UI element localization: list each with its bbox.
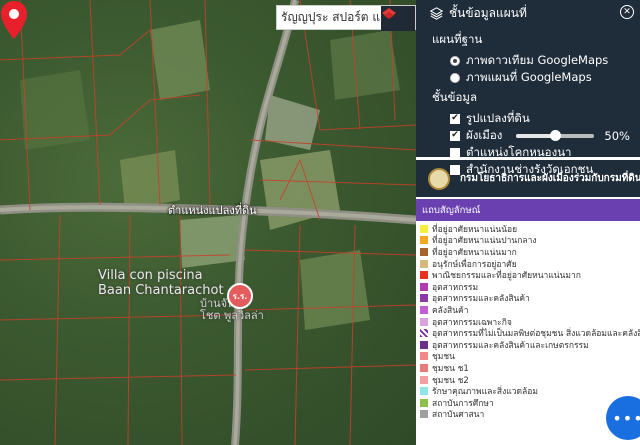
legend-swatch <box>420 282 428 291</box>
checkbox-parcel[interactable]: ✔ <box>450 113 460 124</box>
legend-swatch <box>420 375 428 384</box>
legend-title: แถบสัญลักษณ์ <box>416 199 640 221</box>
legend-swatch <box>420 259 428 268</box>
basemap-option-satellite[interactable]: ภาพดาวเทียม GoogleMaps <box>432 52 640 69</box>
legend-swatch <box>420 224 428 233</box>
layers-icon <box>430 7 443 20</box>
layer-panel: ชั้นข้อมูลแผนที่ ✕ แผนที่ฐาน ภาพดาวเทียม… <box>416 0 640 445</box>
panel-header: ชั้นข้อมูลแผนที่ ✕ <box>416 0 640 27</box>
basemap-option-map[interactable]: ภาพแผนที่ GoogleMaps <box>432 69 640 86</box>
poi-icon[interactable]: ร.ร. <box>227 283 253 309</box>
basemap-title: แผนที่ฐาน <box>432 32 483 46</box>
legend-swatch <box>420 317 428 326</box>
legend-label: สถาบันศาสนา <box>432 410 485 421</box>
legend-swatch <box>420 340 428 349</box>
map-pin-icon[interactable] <box>0 0 28 40</box>
layer-label: รูปแปลงที่ดิน <box>466 110 530 125</box>
basemap-option-label: ภาพดาวเทียม GoogleMaps <box>466 52 609 67</box>
radio-satellite[interactable] <box>450 55 460 66</box>
legend-swatch <box>420 398 428 407</box>
search-value: รัญญปุระ สปอร์ต แ <box>281 10 381 24</box>
legend-label: อุตสาหกรรมและคลังสินค้าและเกษตรกรรม <box>432 340 589 351</box>
checkbox-cityplan[interactable]: ✔ <box>450 130 460 141</box>
layers-icon <box>382 8 396 19</box>
legend-list: ที่อยู่อาศัยหนาแน่นน้อย ที่อยู่อาศัยหนาแน… <box>416 221 640 420</box>
legend-swatch <box>420 294 428 303</box>
layer-cityplan[interactable]: ✔ ผังเมือง 50% <box>432 127 640 144</box>
legend-swatch <box>420 352 428 361</box>
department-name: กรมโยธาธิการและผังเมืองร่วมกับกรมที่ดิน <box>460 173 640 184</box>
map-parcel-overlay <box>0 0 416 445</box>
legend-swatch <box>420 329 428 338</box>
layer-label: ผังเมือง <box>466 127 503 142</box>
opacity-slider[interactable] <box>516 129 595 141</box>
opacity-slider-handle[interactable] <box>550 129 562 141</box>
basemap-option-label: ภาพแผนที่ GoogleMaps <box>466 69 592 84</box>
legend-swatch <box>420 271 428 280</box>
legend-swatch <box>420 305 428 314</box>
layer-label: ตำแหน่งโคกหนองนา <box>466 144 572 159</box>
department-logo <box>428 167 450 190</box>
poi-text: ร.ร. <box>232 291 248 301</box>
place-name-1: Villa con piscina <box>98 268 203 283</box>
search-input[interactable]: รัญญปุระ สปอร์ต แ <box>276 5 416 31</box>
legend-swatch <box>420 236 428 245</box>
layer-options: แผนที่ฐาน ภาพดาวเทียม GoogleMaps ภาพแผนท… <box>416 27 640 176</box>
legend-swatch <box>420 247 428 256</box>
checkbox-khoknongna[interactable] <box>450 147 460 158</box>
marker-label: ตำแหน่งแปลงที่ดิน <box>168 204 257 217</box>
checkbox-surveyor-office[interactable] <box>450 164 460 175</box>
legend-swatch <box>420 410 428 419</box>
panel-title: ชั้นข้อมูลแผนที่ <box>449 6 527 20</box>
legend-swatch <box>420 387 428 396</box>
opacity-value: 50% <box>604 128 630 143</box>
layers-title: ชั้นข้อมูล <box>432 90 478 104</box>
layers-toggle-button[interactable] <box>381 6 415 31</box>
map-canvas[interactable]: ตำแหน่งแปลงที่ดิน Villa con piscina Baan… <box>0 0 416 445</box>
radio-map[interactable] <box>450 72 460 83</box>
place-sub-2: โชต พูลวิลล่า <box>200 309 264 322</box>
close-icon[interactable]: ✕ <box>620 5 634 19</box>
legend-swatch <box>420 363 428 372</box>
layer-parcel[interactable]: ✔ รูปแปลงที่ดิน <box>432 110 640 127</box>
